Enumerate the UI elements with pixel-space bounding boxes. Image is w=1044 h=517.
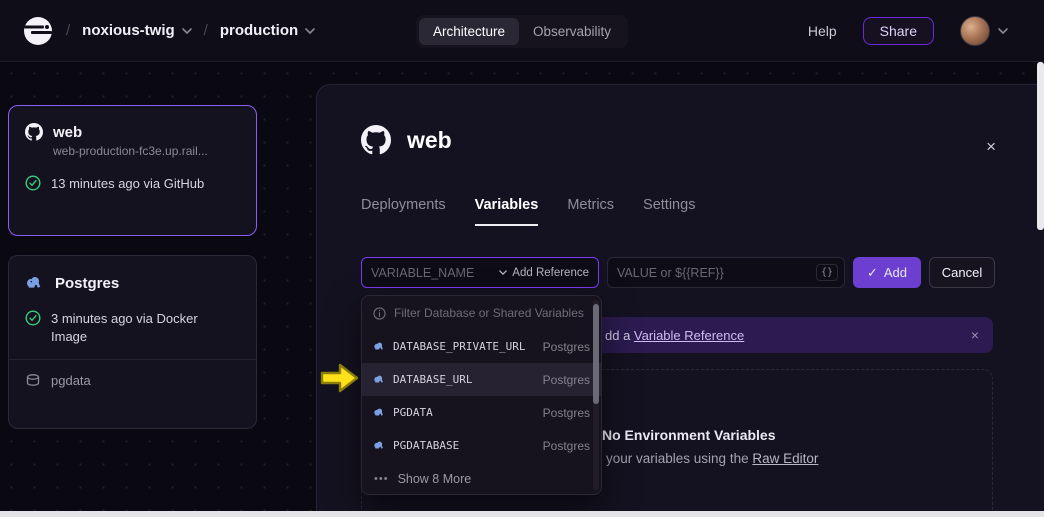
- variable-name: PGDATABASE: [393, 439, 459, 452]
- show-more-label: Show 8 More: [398, 472, 472, 486]
- dropdown-filter-label: Filter Database or Shared Variables: [394, 306, 584, 320]
- check-circle-icon: [25, 310, 41, 326]
- topbar-right: Help Share: [808, 16, 1022, 46]
- close-icon[interactable]: ×: [986, 137, 996, 157]
- chevron-down-icon: [998, 28, 1008, 34]
- tab-architecture[interactable]: Architecture: [419, 18, 519, 45]
- postgres-icon: [373, 406, 386, 419]
- vertical-scrollbar-thumb[interactable]: [1037, 62, 1044, 230]
- volume-disk-icon: [25, 372, 41, 388]
- empty-state-subtitle: your variables using the Raw Editor: [606, 451, 818, 466]
- variable-source: Postgres: [543, 340, 590, 354]
- breadcrumb-environment[interactable]: production: [220, 22, 315, 39]
- deploy-status: 3 minutes ago via Docker Image: [51, 310, 231, 345]
- postgres-icon: [25, 273, 45, 293]
- raw-editor-link[interactable]: Raw Editor: [752, 451, 818, 466]
- help-link[interactable]: Help: [808, 23, 837, 39]
- railway-logo-icon[interactable]: [22, 15, 54, 47]
- panel-header: web: [361, 125, 452, 155]
- divider: [9, 359, 256, 360]
- github-icon: [25, 123, 43, 141]
- service-detail-panel: web × Deployments Variables Metrics Sett…: [316, 84, 1044, 517]
- tab-observability[interactable]: Observability: [519, 18, 625, 45]
- dropdown-item-database-private-url[interactable]: DATABASE_PRIVATE_URL Postgres: [362, 330, 601, 363]
- volume-row[interactable]: pgdata: [25, 372, 240, 388]
- chevron-down-icon: [499, 270, 507, 275]
- avatar: [960, 16, 990, 46]
- check-circle-icon: [25, 175, 41, 191]
- chevron-down-icon: [182, 28, 192, 34]
- add-variable-button[interactable]: ✓ Add: [853, 257, 921, 288]
- add-button-label: Add: [884, 265, 907, 280]
- tab-settings[interactable]: Settings: [643, 197, 695, 226]
- service-domain: web-production-fc3e.up.rail...: [53, 144, 240, 158]
- service-name: Postgres: [55, 275, 119, 292]
- variable-source: Postgres: [543, 406, 590, 420]
- new-variable-form: Add Reference {} ✓ Add Cancel: [361, 257, 995, 288]
- breadcrumb-separator: /: [204, 22, 208, 39]
- dropdown-item-pgdata[interactable]: PGDATA Postgres: [362, 396, 601, 429]
- panel-tabs: Deployments Variables Metrics Settings: [361, 197, 695, 226]
- service-card-web[interactable]: web web-production-fc3e.up.rail... 13 mi…: [8, 105, 257, 236]
- breadcrumb-project[interactable]: noxious-twig: [82, 22, 192, 39]
- empty-state-title: No Environment Variables: [602, 427, 776, 443]
- check-icon: ✓: [867, 265, 878, 281]
- braces-icon[interactable]: {}: [816, 264, 838, 281]
- variable-name-box: Add Reference: [361, 257, 599, 288]
- railway-project-window: / noxious-twig / production Architecture…: [0, 0, 1044, 517]
- cursor-arrow-icon: [320, 361, 360, 395]
- breadcrumb-separator: /: [66, 22, 70, 39]
- add-reference-button[interactable]: Add Reference: [496, 267, 592, 279]
- variable-source: Postgres: [543, 373, 590, 387]
- horizontal-scrollbar[interactable]: [0, 511, 1044, 517]
- postgres-icon: [373, 340, 386, 353]
- deploy-status: 13 minutes ago via GitHub: [51, 175, 204, 193]
- topbar: / noxious-twig / production Architecture…: [0, 0, 1044, 62]
- account-menu[interactable]: [960, 16, 1008, 46]
- variable-name: DATABASE_PRIVATE_URL: [393, 340, 525, 353]
- add-reference-label: Add Reference: [512, 267, 589, 279]
- variable-value-input[interactable]: [617, 266, 816, 280]
- variable-name: PGDATA: [393, 406, 433, 419]
- variable-source: Postgres: [543, 439, 590, 453]
- volume-name: pgdata: [51, 373, 91, 388]
- postgres-icon: [373, 373, 386, 386]
- tab-variables[interactable]: Variables: [475, 197, 539, 226]
- cancel-button[interactable]: Cancel: [929, 257, 995, 288]
- dropdown-filter[interactable]: Filter Database or Shared Variables: [362, 296, 601, 330]
- share-button[interactable]: Share: [863, 17, 934, 45]
- view-switcher: Architecture Observability: [416, 15, 628, 48]
- chevron-down-icon: [305, 28, 315, 34]
- tab-deployments[interactable]: Deployments: [361, 197, 446, 226]
- variable-reference-dropdown: Filter Database or Shared Variables DATA…: [361, 295, 602, 495]
- environment-name: production: [220, 22, 298, 39]
- tab-metrics[interactable]: Metrics: [567, 197, 614, 226]
- info-icon: [373, 307, 386, 320]
- service-card-postgres[interactable]: Postgres 3 minutes ago via Docker Image …: [8, 255, 257, 429]
- dropdown-scrollbar-thumb[interactable]: [593, 304, 599, 404]
- github-icon: [361, 125, 391, 155]
- postgres-icon: [373, 439, 386, 452]
- dropdown-item-pgdatabase[interactable]: PGDATABASE Postgres: [362, 429, 601, 462]
- dropdown-item-database-url[interactable]: DATABASE_URL Postgres: [362, 363, 601, 396]
- show-more-button[interactable]: ••• Show 8 More: [362, 462, 601, 495]
- variable-value-box: {}: [607, 257, 845, 288]
- ellipsis-icon: •••: [374, 473, 389, 485]
- variable-name: DATABASE_URL: [393, 373, 472, 386]
- project-name: noxious-twig: [82, 22, 175, 39]
- banner-close-icon[interactable]: ×: [971, 327, 979, 343]
- variable-name-input[interactable]: [371, 266, 496, 280]
- variable-reference-link[interactable]: Variable Reference: [634, 328, 744, 343]
- service-name: web: [53, 124, 82, 141]
- panel-title: web: [407, 127, 452, 154]
